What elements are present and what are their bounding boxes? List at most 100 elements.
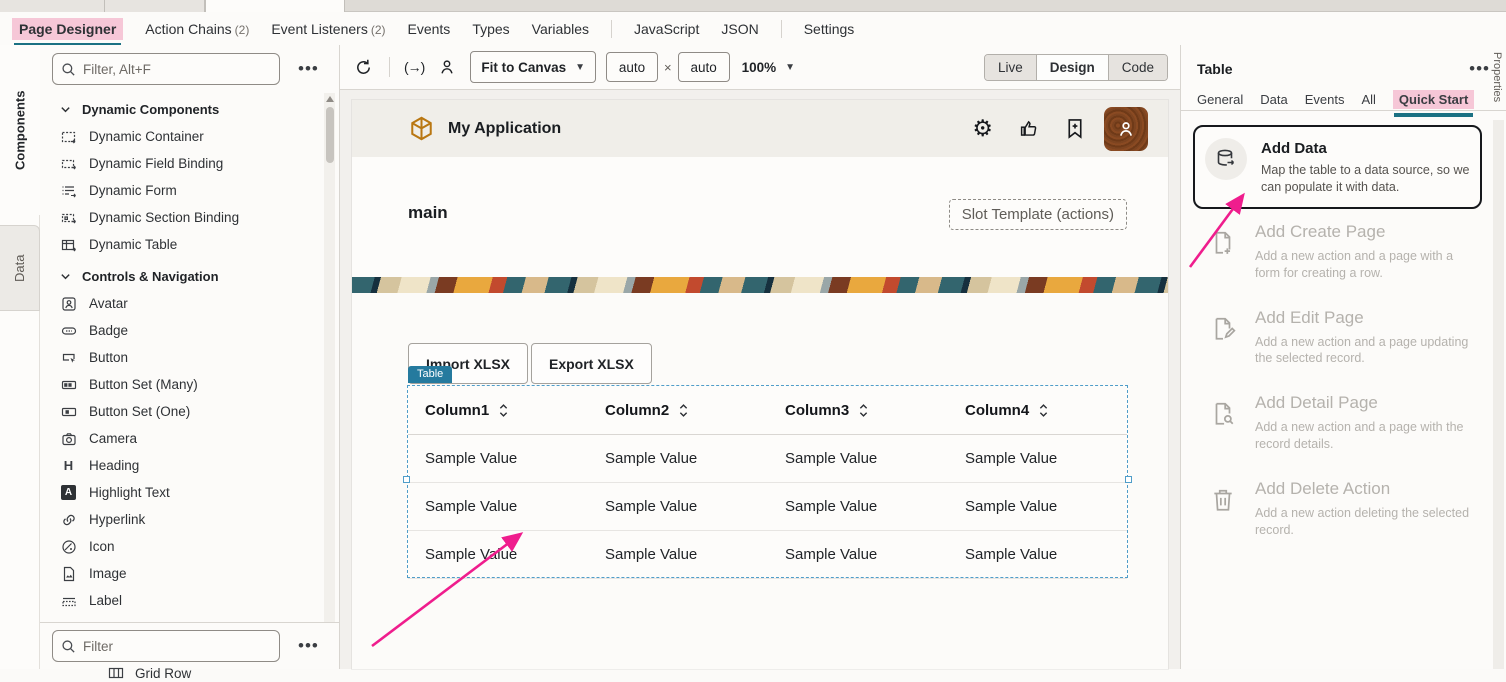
collapsed-panel-label[interactable]: Properties (1491, 52, 1503, 102)
table-component[interactable]: Column1 Column2 Column3 Column4 Sample V… (407, 385, 1128, 578)
user-avatar[interactable] (1104, 107, 1148, 151)
component-item-dynamic-table[interactable]: Dynamic Table (60, 231, 339, 258)
search-icon (61, 639, 76, 654)
mode-live-button[interactable]: Live (985, 55, 1037, 80)
quickstart-add-create-page[interactable]: Add Create Page Add a new action and a p… (1193, 209, 1482, 295)
mode-code-button[interactable]: Code (1109, 55, 1167, 80)
page-search-icon (1205, 393, 1241, 435)
zoom-dropdown[interactable]: 100% ▼ (742, 60, 795, 75)
quickstart-add-data[interactable]: Add Data Map the table to a data source,… (1193, 125, 1482, 209)
component-item-label[interactable]: Label (60, 587, 339, 614)
sort-icon[interactable] (859, 403, 868, 418)
fit-to-canvas-dropdown[interactable]: Fit to Canvas ▼ (470, 51, 596, 83)
component-item-dynamic-container[interactable]: Dynamic Container (60, 123, 339, 150)
rail-tab-data[interactable]: Data (0, 225, 40, 311)
selection-badge[interactable]: Table (408, 366, 452, 383)
export-xlsx-button[interactable]: Export XLSX (531, 343, 652, 384)
component-item-icon[interactable]: Icon (60, 533, 339, 560)
tab-settings[interactable]: Settings (804, 21, 855, 37)
structure-filter-input[interactable] (83, 639, 271, 654)
components-filter-field[interactable] (52, 53, 280, 85)
bookmark-icon[interactable] (1066, 118, 1084, 139)
editor-tab-active[interactable] (205, 0, 345, 12)
structure-overflow-menu-icon[interactable]: ••• (298, 641, 319, 651)
component-item-dynamic-form[interactable]: Dynamic Form (60, 177, 339, 204)
component-item-button-set-many[interactable]: Button Set (Many) (60, 371, 339, 398)
props-tab-quick-start[interactable]: Quick Start (1393, 90, 1474, 109)
persona-icon[interactable] (438, 58, 456, 76)
structure-item-clipped[interactable]: Grid Row (108, 665, 191, 682)
highlight-text-icon: A (60, 484, 77, 501)
properties-overflow-menu-icon[interactable]: ••• (1469, 64, 1490, 74)
tab-json[interactable]: JSON (721, 21, 758, 37)
props-tab-data[interactable]: Data (1260, 92, 1287, 107)
sort-icon[interactable] (679, 403, 688, 418)
canvas-width-input[interactable] (606, 52, 658, 82)
component-item-avatar[interactable]: Avatar (60, 290, 339, 317)
sidebar-scrollbar[interactable] (324, 93, 335, 660)
structure-filter-field[interactable] (52, 630, 280, 662)
component-item-button-set-one[interactable]: Button Set (One) (60, 398, 339, 425)
caret-down-icon: ▼ (575, 62, 585, 73)
column-header[interactable]: Column4 (948, 402, 1128, 419)
button-set-many-icon (60, 376, 77, 393)
components-overflow-menu-icon[interactable]: ••• (298, 64, 319, 74)
editor-tab[interactable] (0, 0, 105, 12)
tab-variables[interactable]: Variables (532, 21, 589, 37)
quickstart-add-delete-action[interactable]: Add Delete Action Add a new action delet… (1193, 466, 1482, 552)
sort-icon[interactable] (499, 403, 508, 418)
tab-event-listeners[interactable]: Event Listeners(2) (271, 21, 385, 37)
selection-handle-right[interactable] (1125, 476, 1132, 483)
rail-tab-components[interactable]: Components (0, 45, 40, 215)
component-item-image[interactable]: Image (60, 560, 339, 587)
responsive-width-icon[interactable]: (→) (404, 59, 424, 75)
components-filter-input[interactable] (83, 62, 271, 77)
selection-handle-left[interactable] (403, 476, 410, 483)
mode-design-button[interactable]: Design (1037, 55, 1109, 80)
tab-events[interactable]: Events (408, 21, 451, 37)
component-item-dynamic-section-binding[interactable]: Dynamic Section Binding (60, 204, 339, 231)
quickstart-title: Add Create Page (1255, 222, 1470, 242)
sort-icon[interactable] (1039, 403, 1048, 418)
component-item-highlight-text[interactable]: A Highlight Text (60, 479, 339, 506)
database-icon (1205, 138, 1247, 180)
component-item-dynamic-field-binding[interactable]: Dynamic Field Binding (60, 150, 339, 177)
refresh-icon[interactable] (354, 58, 373, 77)
properties-scrollbar[interactable] (1493, 120, 1504, 669)
component-item-heading[interactable]: H Heading (60, 452, 339, 479)
props-tab-general[interactable]: General (1197, 92, 1243, 107)
tab-types[interactable]: Types (472, 21, 509, 37)
props-tab-events[interactable]: Events (1305, 92, 1345, 107)
tab-count: (2) (235, 23, 250, 37)
table-row[interactable]: Sample Value Sample Value Sample Value S… (408, 531, 1127, 579)
tab-action-chains[interactable]: Action Chains(2) (145, 21, 249, 37)
canvas-height-input[interactable] (678, 52, 730, 82)
app-header[interactable]: My Application ⚙ (352, 100, 1168, 157)
column-header[interactable]: Column3 (768, 402, 948, 419)
editor-tab[interactable] (105, 0, 205, 12)
thumbs-up-icon[interactable] (1019, 118, 1040, 139)
table-row[interactable]: Sample Value Sample Value Sample Value S… (408, 483, 1127, 531)
props-tab-all[interactable]: All (1361, 92, 1375, 107)
settings-gear-icon[interactable]: ⚙ (972, 117, 993, 140)
section-dynamic-components[interactable]: Dynamic Components (60, 95, 339, 123)
quickstart-add-edit-page[interactable]: Add Edit Page Add a new action and a pag… (1193, 295, 1482, 381)
column-header[interactable]: Column2 (588, 402, 768, 419)
component-item-hyperlink[interactable]: Hyperlink (60, 506, 339, 533)
caret-down-icon: ▼ (785, 62, 795, 73)
section-controls-navigation[interactable]: Controls & Navigation (60, 262, 339, 290)
page-preview[interactable]: My Application ⚙ main Slot Template (act… (352, 100, 1168, 669)
slot-template-placeholder[interactable]: Slot Template (actions) (949, 199, 1127, 230)
scrollbar-thumb[interactable] (326, 107, 334, 163)
component-item-badge[interactable]: Badge (60, 317, 339, 344)
table-row[interactable]: Sample Value Sample Value Sample Value S… (408, 435, 1127, 483)
column-header[interactable]: Column1 (408, 402, 588, 419)
scroll-up-icon[interactable] (326, 96, 334, 102)
nav-tab-bar: Page Designer Action Chains(2) Event Lis… (0, 12, 1506, 45)
tab-page-designer[interactable]: Page Designer (12, 18, 123, 40)
component-item-button[interactable]: Button (60, 344, 339, 371)
badge-icon (60, 322, 77, 339)
component-item-camera[interactable]: Camera (60, 425, 339, 452)
tab-javascript[interactable]: JavaScript (634, 21, 699, 37)
quickstart-add-detail-page[interactable]: Add Detail Page Add a new action and a p… (1193, 380, 1482, 466)
